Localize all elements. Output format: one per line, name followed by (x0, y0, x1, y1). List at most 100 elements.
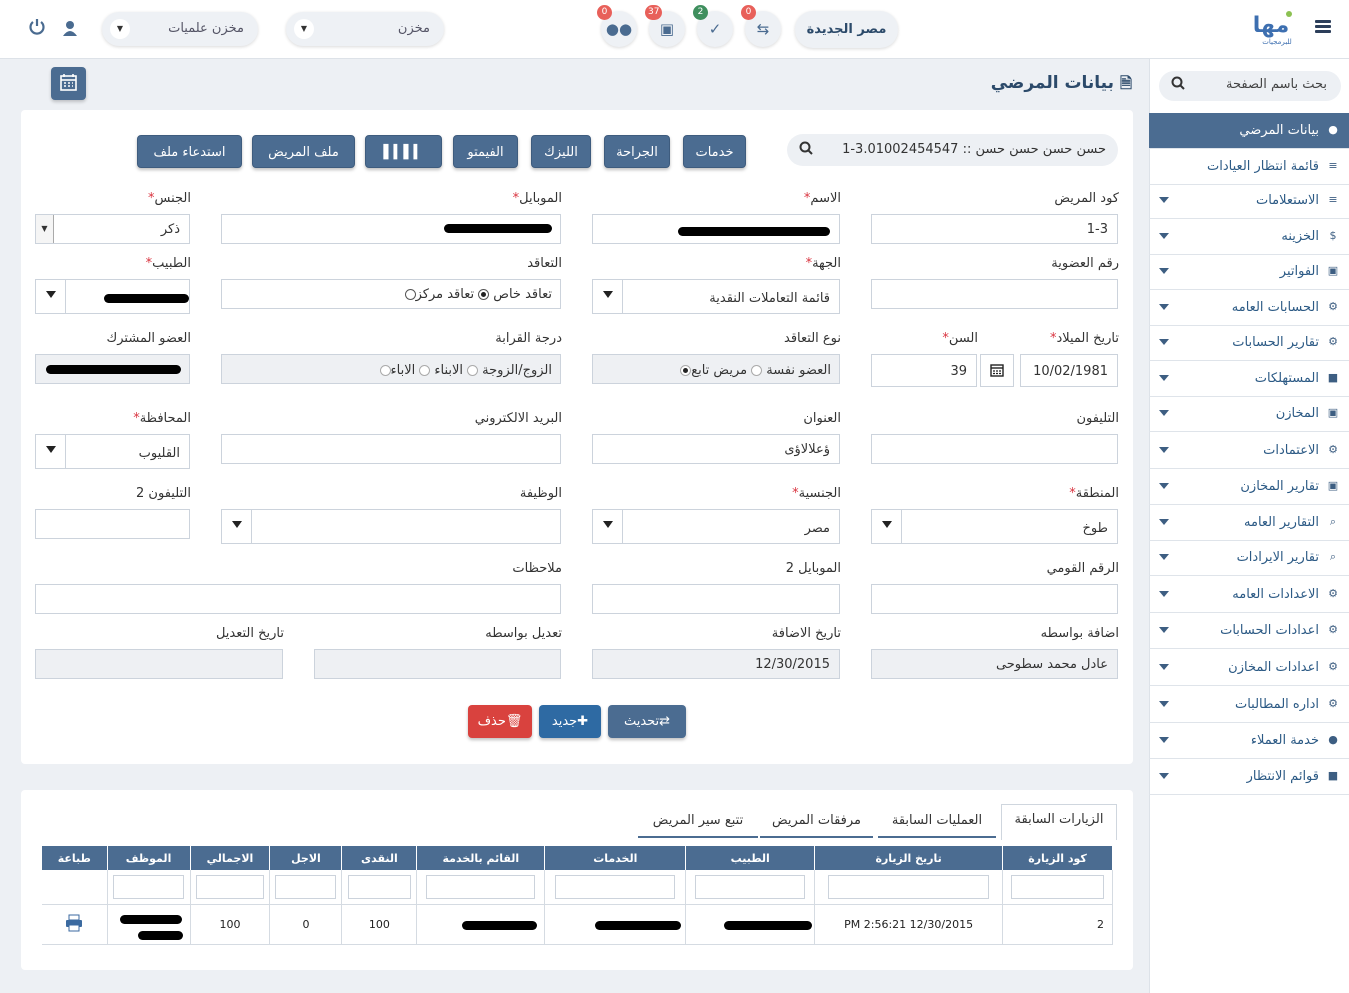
recall-file-button[interactable]: استدعاء ملف (137, 135, 242, 168)
col-header[interactable]: الموظف (107, 846, 191, 870)
party-select[interactable]: قائمة التعاملات النقدية (592, 279, 840, 314)
sidebar-item[interactable]: ⚙ تقارير الحسابات (1149, 325, 1349, 361)
exchange-button[interactable]: ⇆ 0 (741, 5, 781, 47)
center-contract-radio[interactable] (478, 289, 490, 300)
filter-input[interactable] (347, 874, 412, 899)
sidebar-item[interactable]: ≡ الاستعلامات (1149, 183, 1349, 219)
user-icon[interactable] (62, 20, 78, 40)
table-row[interactable]: 2 PM 2:56:21 12/30/2015 100 0 100 (42, 904, 1113, 945)
barcode-button[interactable]: ▌▍▌▍ باركود (365, 135, 442, 193)
sidebar-item[interactable]: ⌕ تقارير الايرادات (1149, 540, 1349, 576)
tab-patient-tracking[interactable]: تتبع سير المريض (638, 806, 758, 838)
patient-code-field[interactable]: 1-3 (871, 214, 1118, 244)
filter-input[interactable] (695, 874, 806, 899)
sidebar-item[interactable]: ⚙ الحسابات العامه (1149, 290, 1349, 326)
update-button[interactable]: تحديث⇄ (608, 705, 686, 738)
filter-input[interactable] (196, 874, 264, 899)
users-button[interactable]: ●● 0 (597, 5, 637, 47)
sidebar-item[interactable]: ⌕ التقارير العامه (1149, 505, 1349, 541)
col-header[interactable]: تاريخ الزيارة (814, 846, 1004, 870)
lasik-button[interactable]: الليزك (531, 135, 591, 168)
femto-button[interactable]: الفيمتو (453, 135, 518, 168)
children-radio[interactable] (467, 365, 479, 376)
col-header[interactable]: الطبيب (685, 846, 816, 870)
mobile2-field[interactable] (592, 584, 840, 614)
filter-input[interactable] (113, 874, 184, 899)
sidebar-item[interactable]: ● بيانات المرضي (1149, 113, 1349, 149)
private-contract-radio[interactable] (404, 289, 416, 300)
new-button[interactable]: جديد✚ (539, 705, 601, 738)
branch-button[interactable]: مصر الجديدة (795, 11, 898, 48)
sidebar-item[interactable]: ⚙ اعدادات المخازن (1149, 650, 1349, 686)
col-header[interactable]: كود الزيارة (1002, 846, 1113, 870)
patient-search[interactable]: 1-3.حسن حسن حسن حسن :: 01002454547 (787, 134, 1118, 166)
sidebar-item[interactable]: ⚙ الاعتمادات (1149, 433, 1349, 469)
sidebar-item[interactable]: ▣ الفواتير (1149, 254, 1349, 290)
print-cell[interactable] (42, 904, 108, 945)
doctor-select[interactable] (35, 279, 190, 314)
filter-input[interactable] (1010, 874, 1105, 899)
power-icon[interactable] (28, 18, 46, 40)
col-header[interactable]: القائم بالخدمة (416, 846, 546, 870)
sidebar-search[interactable]: بحث باسم الصفحة (1159, 71, 1341, 101)
services-button[interactable]: خدمات (683, 135, 746, 168)
gender-select[interactable]: ▼ ذكر (35, 214, 190, 244)
tab-patient-attachments[interactable]: مرفقات المريض (760, 806, 873, 838)
dependent-radio[interactable] (751, 365, 763, 376)
surgery-button[interactable]: الجراحة (604, 135, 670, 168)
sidebar-item[interactable]: ≡ قائمة انتظار العيادات (1149, 149, 1349, 185)
tasks-button[interactable]: ✓ 2 (693, 5, 733, 47)
sidebar-item[interactable]: ⚙ الاعدادات العامه (1149, 577, 1349, 613)
sidebar-item[interactable]: ⚙ اداره المطالبات (1149, 687, 1349, 723)
filter-input[interactable] (828, 874, 989, 899)
sidebar-item[interactable]: ■ المستهلكات (1149, 361, 1349, 397)
filter-input[interactable] (426, 874, 536, 899)
filter-input[interactable] (275, 874, 337, 899)
tab-previous-operations[interactable]: العمليات السابقة (878, 806, 996, 838)
patient-file-button[interactable]: ملف المريض (252, 135, 355, 168)
menu-toggle-icon[interactable] (1315, 20, 1331, 34)
nationality-select[interactable]: مصر (592, 509, 840, 544)
governorate-select[interactable]: القليوب (35, 434, 190, 469)
sidebar-item-label: الاستعلامات (1255, 193, 1319, 208)
address-field[interactable]: ؤعلالاؤى (592, 434, 840, 464)
sidebar-item[interactable]: ● خدمة العملاء (1149, 723, 1349, 759)
col-header[interactable]: الاجل (269, 846, 343, 870)
col-header[interactable]: طباعة (42, 846, 108, 870)
email-field[interactable] (221, 434, 561, 464)
national-id-field[interactable] (871, 584, 1118, 614)
region-select[interactable]: طوخ (871, 509, 1118, 544)
spouse-radio[interactable] (379, 365, 391, 376)
delete-button[interactable]: حذف🗑 (468, 705, 532, 738)
filter-input[interactable] (555, 874, 676, 899)
col-header[interactable]: الخدمات (544, 846, 687, 870)
notes-field[interactable] (35, 584, 561, 614)
birth-date-picker[interactable] (980, 354, 1014, 387)
sidebar-item[interactable]: ■ قوائم الانتظار (1149, 759, 1349, 795)
col-header[interactable]: النقدى (341, 846, 418, 870)
sidebar-item[interactable]: $ الخزينه (1149, 219, 1349, 255)
member-self-radio[interactable] (680, 365, 692, 376)
store-select[interactable]: مخزن ▼ (286, 12, 444, 46)
mobile-field[interactable] (221, 214, 561, 244)
operations-store-select[interactable]: مخزن علميات ▼ (102, 12, 258, 46)
subscriber-field[interactable] (35, 354, 190, 384)
name-field[interactable] (592, 214, 840, 244)
calendar-button[interactable] (51, 67, 86, 100)
tab-previous-visits[interactable]: الزيارات السابقة (1001, 804, 1117, 840)
chevron-down-icon: ▼ (36, 215, 54, 243)
job-select[interactable] (221, 509, 561, 544)
age-field[interactable]: 39 (871, 354, 977, 387)
sidebar-item[interactable]: ▣ تقارير المخازن (1149, 469, 1349, 505)
sidebar-item[interactable]: ⚙ اعدادات الحسابات (1149, 613, 1349, 649)
money-button[interactable]: ▣ 37 (645, 5, 685, 47)
box-icon: ■ (1327, 371, 1339, 384)
birth-date-field[interactable]: 10/02/1981 (1020, 354, 1118, 387)
phone-field[interactable] (871, 434, 1118, 464)
relation-radio-group: الزوج/الزوجة الابناء الاباء (221, 354, 561, 384)
phone2-field[interactable] (35, 509, 190, 539)
parents-radio[interactable] (419, 365, 431, 376)
membership-field[interactable] (871, 279, 1118, 309)
sidebar-item[interactable]: ▣ المخازن (1149, 396, 1349, 432)
col-header[interactable]: الاجمالي (190, 846, 271, 870)
